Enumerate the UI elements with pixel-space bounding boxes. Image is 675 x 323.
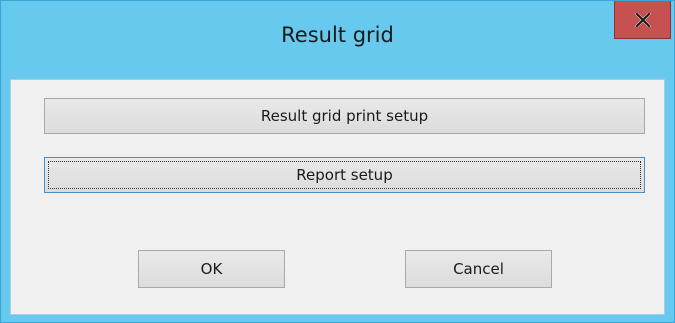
close-icon — [634, 12, 651, 27]
result-grid-dialog: Result grid Result grid print setup Repo… — [0, 0, 675, 323]
dialog-body: Result grid print setup Report setup OK … — [10, 79, 665, 315]
result-grid-print-setup-button[interactable]: Result grid print setup — [44, 98, 645, 134]
dialog-title: Result grid — [281, 23, 394, 47]
ok-button[interactable]: OK — [138, 250, 285, 288]
close-button[interactable] — [614, 1, 671, 39]
report-setup-button[interactable]: Report setup — [44, 157, 645, 193]
report-setup-label: Report setup — [296, 166, 393, 184]
title-bar[interactable]: Result grid — [1, 1, 674, 79]
cancel-button[interactable]: Cancel — [405, 250, 552, 288]
